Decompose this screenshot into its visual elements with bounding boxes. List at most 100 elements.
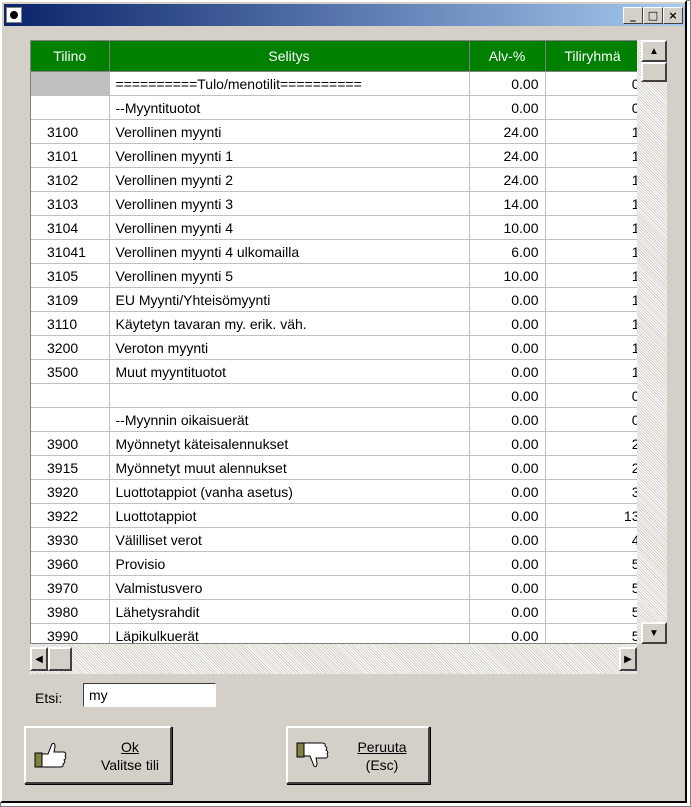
minimize-button[interactable]: _ (623, 7, 643, 24)
cell-tiliryhma: 1 (545, 239, 641, 264)
cell-selitys: Luottotappiot (vanha asetus) (109, 479, 470, 504)
cell-selitys: Myönnetyt käteisalennukset (109, 431, 470, 456)
cell-tiliryhma: 3 (545, 479, 641, 504)
table-row[interactable]: 3200 Veroton myynti 0.00 1 (31, 335, 641, 360)
cell-tiliryhma: 1 (545, 287, 641, 312)
cell-tilino (31, 407, 110, 432)
cell-selitys: Lähetysrahdit (109, 599, 470, 624)
table-row[interactable]: 3960 Provisio 0.00 5 (31, 551, 641, 576)
column-header-tilino[interactable]: Tilino (31, 41, 110, 72)
cell-alv: 0.00 (469, 335, 546, 360)
search-input[interactable]: my (83, 683, 216, 707)
cell-tilino: 3200 (31, 335, 110, 360)
table-row[interactable]: 3990 Läpikulkuerät 0.00 5 (31, 623, 641, 643)
cell-alv: 0.00 (469, 359, 546, 384)
cell-tiliryhma: 2 (545, 455, 641, 480)
horizontal-scroll-thumb[interactable] (48, 647, 72, 671)
cell-alv: 24.00 (469, 119, 546, 144)
cell-tilino: 3960 (31, 551, 110, 576)
table-row[interactable]: ==========Tulo/menotilit========== 0.00 0 (31, 71, 641, 96)
scroll-up-arrow-icon[interactable]: ▲ (641, 40, 667, 62)
cell-tiliryhma: 1 (545, 191, 641, 216)
table-row[interactable]: 3970 Valmistusvero 0.00 5 (31, 575, 641, 600)
cell-tilino: 3100 (31, 119, 110, 144)
cell-tilino: 3102 (31, 167, 110, 192)
table-row[interactable]: 3920 Luottotappiot (vanha asetus) 0.00 3 (31, 479, 641, 504)
table-row[interactable]: --Myyntituotot 0.00 0 (31, 95, 641, 120)
cell-tilino (31, 95, 110, 120)
cell-tiliryhma: 1 (545, 311, 641, 336)
horizontal-scrollbar[interactable]: ◀ ▶ (30, 644, 637, 674)
cell-selitys: Verollinen myynti 4 (109, 215, 470, 240)
cell-alv: 0.00 (469, 311, 546, 336)
cell-alv: 0.00 (469, 551, 546, 576)
table-row[interactable]: 0.00 0 (31, 383, 641, 408)
title-bar[interactable]: _ □ × (4, 4, 685, 26)
maximize-button[interactable]: □ (643, 7, 663, 24)
cell-alv: 0.00 (469, 503, 546, 528)
cell-selitys: Verollinen myynti 1 (109, 143, 470, 168)
ok-button[interactable]: Ok Valitse tili (24, 726, 172, 784)
ok-button-label: Ok Valitse tili (100, 739, 160, 773)
cell-tilino: 3900 (31, 431, 110, 456)
cell-tiliryhma: 1 (545, 263, 641, 288)
table-row[interactable]: 3102 Verollinen myynti 2 24.00 1 (31, 167, 641, 192)
cell-selitys: --Myyntituotot (109, 95, 470, 120)
cell-selitys: Luottotappiot (109, 503, 470, 528)
table-row[interactable]: 3100 Verollinen myynti 24.00 1 (31, 119, 641, 144)
table-row[interactable]: 3900 Myönnetyt käteisalennukset 0.00 2 (31, 431, 641, 456)
table-row[interactable]: --Myynnin oikaisuerät 0.00 0 (31, 407, 641, 432)
cell-alv: 0.00 (469, 383, 546, 408)
close-button[interactable]: × (663, 7, 683, 24)
cell-selitys: ==========Tulo/menotilit========== (109, 71, 470, 96)
cell-selitys: Veroton myynti (109, 335, 470, 360)
vertical-scroll-thumb[interactable] (641, 62, 667, 82)
cell-tiliryhma: 1 (545, 143, 641, 168)
cancel-button-label: Peruuta (Esc) (357, 739, 407, 773)
scrollbar-corner (637, 644, 667, 674)
cell-tilino: 3970 (31, 575, 110, 600)
table-row[interactable]: 3105 Verollinen myynti 5 10.00 1 (31, 263, 641, 288)
scroll-right-arrow-icon[interactable]: ▶ (619, 647, 637, 671)
table-row[interactable]: 3110 Käytetyn tavaran my. erik. väh. 0.00 1 (31, 311, 641, 336)
cell-selitys: Välilliset verot (109, 527, 470, 552)
vertical-scrollbar[interactable]: ▲ ▼ (637, 40, 667, 644)
eye-icon[interactable] (6, 7, 22, 23)
cancel-button[interactable]: Peruuta (Esc) (286, 726, 430, 784)
column-header-selitys[interactable]: Selitys (109, 41, 470, 72)
cell-tiliryhma: 5 (545, 599, 641, 624)
cell-tilino: 3110 (31, 311, 110, 336)
table-row[interactable]: 3915 Myönnetyt muut alennukset 0.00 2 (31, 455, 641, 480)
table-row[interactable]: 3930 Välilliset verot 0.00 4 (31, 527, 641, 552)
cell-tilino: 3103 (31, 191, 110, 216)
cell-tilino: 3104 (31, 215, 110, 240)
table-row[interactable]: 3109 EU Myynti/Yhteisömyynti 0.00 1 (31, 287, 641, 312)
cell-tiliryhma: 13 (545, 503, 641, 528)
cell-alv: 0.00 (469, 407, 546, 432)
cell-alv: 0.00 (469, 95, 546, 120)
table-row[interactable]: 3103 Verollinen myynti 3 14.00 1 (31, 191, 641, 216)
cell-alv: 0.00 (469, 599, 546, 624)
thumbs-down-icon (296, 742, 329, 768)
cell-selitys: Verollinen myynti 2 (109, 167, 470, 192)
column-header-alv[interactable]: Alv-% (469, 41, 546, 72)
cell-alv: 14.00 (469, 191, 546, 216)
column-header-tiliryhma[interactable]: Tiliryhmä (545, 41, 641, 72)
cell-alv: 0.00 (469, 527, 546, 552)
scroll-left-arrow-icon[interactable]: ◀ (30, 647, 48, 671)
table-row[interactable]: 3980 Lähetysrahdit 0.00 5 (31, 599, 641, 624)
table-row[interactable]: 3104 Verollinen myynti 4 10.00 1 (31, 215, 641, 240)
table-row[interactable]: 3101 Verollinen myynti 1 24.00 1 (31, 143, 641, 168)
table-row[interactable]: 31041 Verollinen myynti 4 ulkomailla 6.00 1 (31, 239, 641, 264)
thumbs-up-icon (34, 742, 67, 768)
cell-selitys: EU Myynti/Yhteisömyynti (109, 287, 470, 312)
cell-alv: 0.00 (469, 479, 546, 504)
cell-tilino: 31041 (31, 239, 110, 264)
table-row[interactable]: 3922 Luottotappiot 0.00 13 (31, 503, 641, 528)
grid-header-row: Tilino Selitys Alv-% Tiliryhmä (31, 41, 641, 72)
cell-tilino: 3922 (31, 503, 110, 528)
scroll-down-arrow-icon[interactable]: ▼ (641, 622, 667, 644)
cell-selitys: Verollinen myynti (109, 119, 470, 144)
table-row[interactable]: 3500 Muut myyntituotot 0.00 1 (31, 359, 641, 384)
accounts-grid[interactable]: Tilino Selitys Alv-% Tiliryhmä =========… (30, 40, 667, 644)
